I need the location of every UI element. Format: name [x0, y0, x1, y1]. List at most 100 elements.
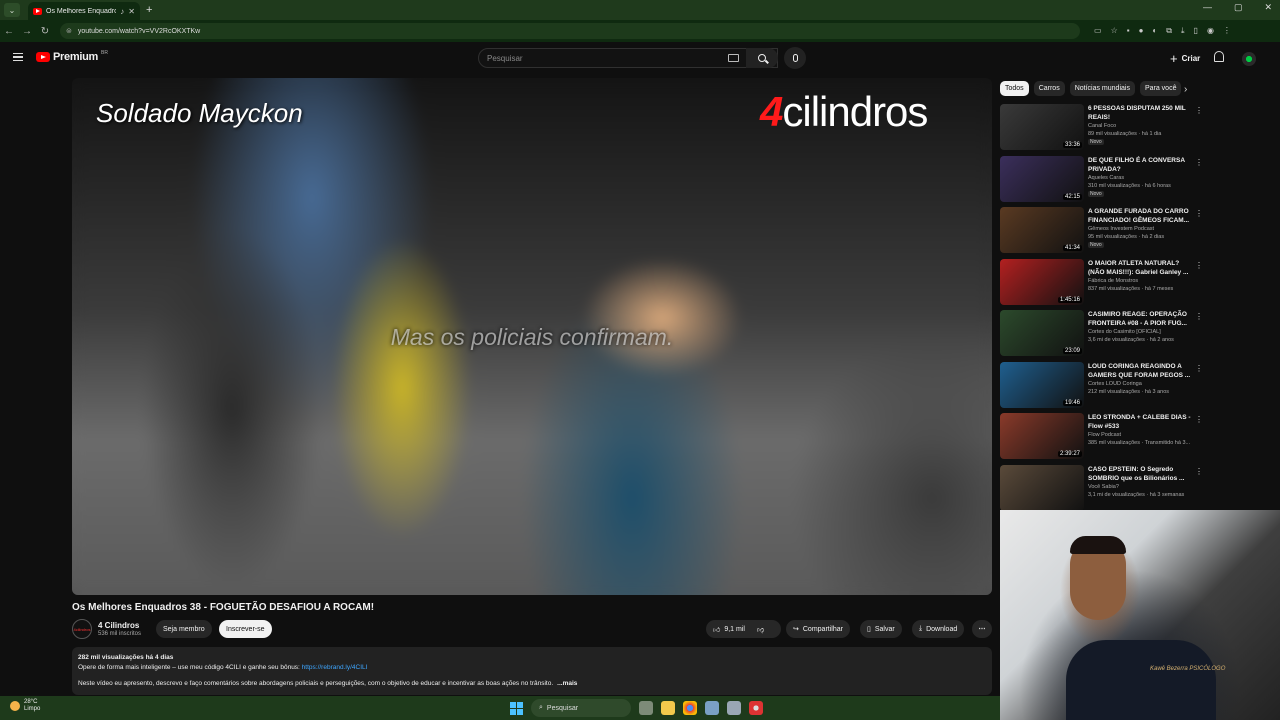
related-video-channel[interactable]: Canal Foco	[1088, 123, 1196, 130]
save-button[interactable]: ▯ Salvar	[860, 620, 902, 638]
search-button[interactable]	[746, 48, 778, 68]
related-video-title[interactable]: A GRANDE FURADA DO CARRO FINANCIADO! GÊM…	[1088, 207, 1196, 225]
bookmark-star-icon[interactable]: ☆	[1111, 26, 1118, 36]
related-video-channel[interactable]: Gêmeos Investem Podcast	[1088, 226, 1196, 233]
description-box[interactable]: 282 mil visualizações há 4 dias Opere de…	[72, 647, 992, 695]
related-video-item[interactable]: 33:36 6 PESSOAS DISPUTAM 250 MIL REAIS! Ca…	[1000, 104, 1205, 156]
share-button[interactable]: ↪ Compartilhar	[786, 620, 850, 638]
cast-icon[interactable]: ▭	[1094, 26, 1102, 36]
chevron-right-icon[interactable]: ›	[1184, 84, 1187, 95]
keyboard-icon[interactable]	[728, 54, 739, 62]
extension-icon[interactable]: ◐	[1152, 26, 1157, 36]
more-options-icon[interactable]: ⋮	[1195, 312, 1203, 321]
more-options-icon[interactable]: ⋮	[1195, 467, 1203, 476]
channel-name[interactable]: 4 Cilindros	[98, 621, 141, 630]
minimize-icon[interactable]: —	[1203, 2, 1212, 13]
video-thumbnail[interactable]: 41:34	[1000, 207, 1084, 253]
video-thumbnail[interactable]: 33:36	[1000, 104, 1084, 150]
more-options-icon[interactable]: ⋮	[1195, 415, 1203, 424]
video-thumbnail[interactable]: 2:39:27	[1000, 413, 1084, 459]
related-video-item[interactable]: 1:45:16 O MAIOR ATLETA NATURAL? (NÃO MAIS…	[1000, 258, 1205, 311]
extension-icon[interactable]: ●	[1139, 26, 1144, 36]
promo-link[interactable]: https://rebrand.ly/4CILI	[302, 664, 368, 671]
weather-widget[interactable]: 28°C Limpo	[10, 699, 40, 713]
join-button[interactable]: Seja membro	[156, 620, 212, 638]
new-tab-button[interactable]: +	[146, 4, 152, 16]
more-options-icon[interactable]: ⋮	[1195, 364, 1203, 373]
more-options-icon[interactable]: ⋮	[1195, 106, 1203, 115]
more-actions-button[interactable]: ⋯	[972, 620, 992, 638]
site-info-icon[interactable]: ⊜	[66, 27, 72, 35]
forward-icon[interactable]: →	[18, 26, 36, 37]
related-video-item[interactable]: CASO EPSTEIN: O Segredo SOMBRIO que os B…	[1000, 464, 1205, 510]
related-video-title[interactable]: CASO EPSTEIN: O Segredo SOMBRIO que os B…	[1088, 465, 1196, 483]
related-video-channel[interactable]: Fábrica de Monstros	[1088, 278, 1196, 285]
extension-icon[interactable]: ▪	[1127, 26, 1130, 36]
task-view-icon[interactable]	[639, 701, 653, 715]
related-video-channel[interactable]: Aqueles Caras	[1088, 175, 1196, 182]
calculator-icon[interactable]	[727, 701, 741, 715]
show-more-link[interactable]: ...mais	[557, 680, 577, 687]
search-input[interactable]: Pesquisar	[478, 48, 778, 68]
related-video-channel[interactable]: Cortes LOUD Coringa	[1088, 381, 1196, 388]
url-field[interactable]: ⊜ youtube.com/watch?v=VV2RcOKXTKw	[60, 23, 1080, 39]
voice-search-button[interactable]	[784, 47, 806, 69]
subscribe-button[interactable]: Inscrever-se	[219, 620, 272, 638]
close-tab-icon[interactable]: ✕	[128, 7, 135, 16]
related-video-title[interactable]: 6 PESSOAS DISPUTAM 250 MIL REAIS!	[1088, 104, 1196, 122]
more-options-icon[interactable]: ⋮	[1195, 209, 1203, 218]
related-video-channel[interactable]: Cortes do Casimito [OFICIAL]	[1088, 329, 1196, 336]
related-video-title[interactable]: CASIMIRO REAGE: OPERAÇÃO FRONTEIRA #08 -…	[1088, 310, 1196, 328]
related-video-title[interactable]: LOUD CORINGA REAGINDO A GAMERS QUE FORAM…	[1088, 362, 1196, 380]
more-options-icon[interactable]: ⋮	[1195, 261, 1203, 270]
dislike-icon[interactable]: 👎︎	[757, 625, 764, 634]
related-video-title[interactable]: DE QUE FILHO É A CONVERSA PRIVADA?	[1088, 156, 1196, 174]
youtube-logo[interactable]: Premium BR	[36, 50, 108, 63]
reload-icon[interactable]: ↻	[36, 26, 54, 37]
video-player[interactable]: Soldado Mayckon 4cilindros Mas os polici…	[72, 78, 992, 595]
account-avatar[interactable]	[1242, 52, 1256, 66]
puzzle-icon[interactable]: ⧉	[1166, 26, 1172, 36]
chip-for-you[interactable]: Para você	[1139, 81, 1182, 96]
windows-start-icon[interactable]	[510, 701, 523, 715]
download-icon[interactable]: ⤓	[1181, 26, 1185, 36]
notifications-bell-icon[interactable]	[1214, 51, 1224, 62]
video-thumbnail[interactable]: 1:45:16	[1000, 258, 1084, 305]
related-video-item[interactable]: 41:34 A GRANDE FURADA DO CARRO FINANCIADO…	[1000, 207, 1205, 259]
file-explorer-icon[interactable]	[661, 701, 675, 715]
video-thumbnail[interactable]: 42:15	[1000, 155, 1084, 202]
video-thumbnail[interactable]: 23:09	[1000, 310, 1084, 356]
create-button[interactable]: + Criar	[1164, 48, 1206, 68]
taskbar-search[interactable]: ⌕ Pesquisar	[531, 699, 631, 717]
related-video-item[interactable]: 19:46 LOUD CORINGA REAGINDO A GAMERS QUE …	[1000, 361, 1205, 414]
like-count[interactable]: 9,1 mil	[724, 626, 745, 633]
back-icon[interactable]: ←	[0, 26, 18, 37]
channel-avatar[interactable]: 4cilindros	[72, 619, 92, 639]
chip-world-news[interactable]: Notícias mundiais	[1069, 81, 1135, 96]
related-video-item[interactable]: 23:09 CASIMIRO REAGE: OPERAÇÃO FRONTEIRA …	[1000, 310, 1205, 362]
related-video-channel[interactable]: Você Sabia?	[1088, 484, 1196, 491]
related-video-item[interactable]: 2:39:27 LEO STRONDA + CALEBE DIAS - Flow …	[1000, 413, 1205, 465]
chip-cars[interactable]: Carros	[1033, 81, 1065, 96]
chrome-icon[interactable]	[683, 701, 697, 715]
browser-tab-active[interactable]: Os Melhores Enquadros 38 ♪ ✕	[28, 2, 140, 20]
browser-menu-icon[interactable]: ⋮	[1223, 26, 1231, 36]
related-video-title[interactable]: O MAIOR ATLETA NATURAL? (NÃO MAIS!!!): G…	[1088, 259, 1196, 277]
maximize-icon[interactable]: ▢	[1234, 2, 1243, 13]
settings-gear-icon[interactable]	[705, 701, 719, 715]
hamburger-menu-icon[interactable]	[13, 53, 23, 61]
app-icon[interactable]	[749, 701, 763, 715]
like-icon[interactable]: 👍︎	[713, 625, 720, 634]
profile-icon[interactable]: ◉	[1207, 26, 1214, 36]
download-button[interactable]: ⤓ Download	[912, 620, 965, 638]
video-thumbnail[interactable]	[1000, 464, 1084, 510]
related-video-title[interactable]: LEO STRONDA + CALEBE DIAS - Flow #533	[1088, 413, 1196, 431]
video-thumbnail[interactable]: 19:46	[1000, 361, 1084, 408]
chip-all[interactable]: Todos	[1000, 81, 1029, 96]
sidebar-icon[interactable]: ▯	[1194, 26, 1198, 36]
close-window-icon[interactable]: ✕	[1264, 2, 1272, 13]
related-video-channel[interactable]: Flow Podcast	[1088, 432, 1196, 439]
tab-search-button[interactable]: ⌄	[4, 3, 20, 17]
related-video-item[interactable]: 42:15 DE QUE FILHO É A CONVERSA PRIVADA? A…	[1000, 155, 1205, 208]
more-options-icon[interactable]: ⋮	[1195, 158, 1203, 167]
